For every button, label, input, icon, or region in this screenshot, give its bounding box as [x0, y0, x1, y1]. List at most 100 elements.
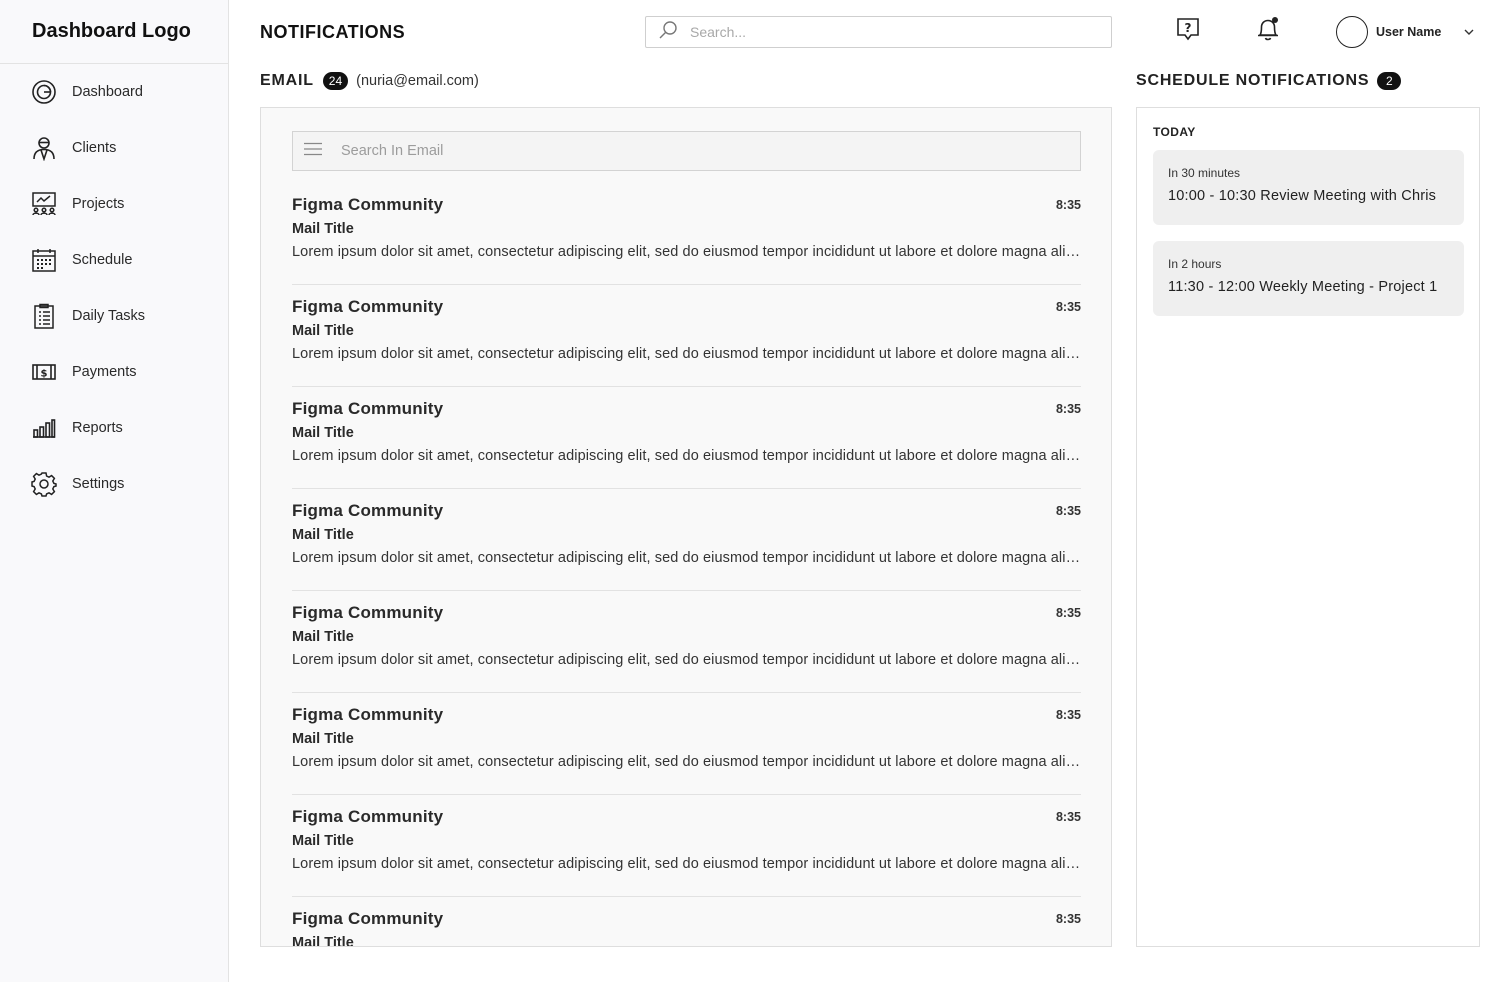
mail-preview: Lorem ipsum dolor sit amet, consectetur … [292, 856, 1081, 872]
sidebar-item-clients[interactable]: Clients [0, 120, 228, 176]
email-panel: Figma Community 8:35 Mail Title Lorem ipsum… [260, 107, 1112, 947]
notifications-button[interactable] [1255, 16, 1281, 47]
mail-preview: Lorem ipsum dolor sit amet, consectetur … [292, 754, 1081, 770]
schedule-event[interactable]: In 2 hours 11:30 - 12:00 Weekly Meeting … [1153, 241, 1464, 316]
sidebar-item-label: Clients [72, 140, 117, 156]
mail-preview: Lorem ipsum dolor sit amet, consectetur … [292, 244, 1081, 260]
email-search[interactable] [292, 131, 1081, 171]
event-title: 11:30 - 12:00 Weekly Meeting - Project 1 [1168, 279, 1438, 295]
mail-header-row: Figma Community 8:35 [292, 704, 1081, 726]
mail-item[interactable]: Figma Community 8:35 Mail Title Lorem ipsum… [292, 183, 1081, 285]
email-address: (nuria@email.com) [356, 73, 479, 89]
schedule-event[interactable]: In 30 minutes 10:00 - 10:30 Review Meeti… [1153, 150, 1464, 225]
mail-sender: Figma Community [292, 705, 444, 724]
mail-subject: Mail Title [292, 833, 354, 849]
mail-sender: Figma Community [292, 909, 444, 928]
mail-header-row: Figma Community 8:35 [292, 194, 1081, 216]
sidebar-item-label: Dashboard [72, 84, 143, 100]
sidebar-item-reports[interactable]: Reports [0, 400, 228, 456]
mail-sender: Figma Community [292, 603, 444, 622]
mail-preview: Lorem ipsum dolor sit amet, consectetur … [292, 652, 1081, 668]
email-section-title: EMAIL [260, 72, 314, 89]
mail-sender: Figma Community [292, 297, 444, 316]
mail-time: 8:35 [1055, 504, 1081, 518]
mail-time: 8:35 [1055, 300, 1081, 314]
search-input[interactable] [690, 24, 1070, 40]
sidebar-item-payments[interactable]: $ Payments [0, 344, 228, 400]
menu-icon[interactable] [303, 142, 323, 161]
avatar [1336, 16, 1368, 48]
mail-item[interactable]: Figma Community8:35Mail TitleLorem ipsum… [292, 285, 1081, 387]
mail-time: 8:35 [1055, 402, 1081, 416]
mail-preview: Lorem ipsum dolor sit amet, consectetur … [292, 550, 1081, 566]
mail-sender: Figma Community [292, 195, 444, 214]
mail-item[interactable]: Figma Community8:35Mail TitleLorem ipsum… [292, 897, 1081, 947]
sidebar-item-projects[interactable]: Projects [0, 176, 228, 232]
mail-subject: Mail Title [292, 221, 354, 237]
mail-preview: Lorem ipsum dolor sit amet, consectetur … [292, 346, 1081, 362]
mail-sender: Figma Community [292, 501, 444, 520]
mail-subject: Mail Title [292, 425, 354, 441]
page-title: NOTIFICATIONS [260, 22, 406, 42]
sidebar: Dashboard Logo Dashboard Clients Project… [0, 0, 229, 982]
day-label: TODAY [1153, 125, 1196, 139]
schedule-count-badge: 2 [1377, 72, 1402, 90]
sidebar-item-label: Projects [72, 196, 125, 212]
global-search[interactable] [645, 16, 1112, 48]
sidebar-item-label: Daily Tasks [72, 308, 146, 324]
mail-subject: Mail Title [292, 527, 354, 543]
sidebar-item-schedule[interactable]: Schedule [0, 232, 228, 288]
schedule-section-title: SCHEDULE NOTIFICATIONS [1136, 72, 1370, 89]
sidebar-nav: Dashboard Clients Projects Schedule Dail… [0, 64, 228, 512]
dashboard-icon [31, 79, 57, 105]
sidebar-item-label: Schedule [72, 252, 133, 268]
svg-text:?: ? [1185, 21, 1192, 35]
event-when: In 30 minutes [1168, 166, 1241, 180]
chevron-down-icon [1463, 23, 1475, 41]
user-menu[interactable]: User Name [1336, 16, 1475, 48]
help-button[interactable]: ? [1175, 16, 1201, 47]
search-icon [658, 20, 678, 45]
mail-item[interactable]: Figma Community8:35 Mail Title Lorem ipsum… [292, 693, 1081, 795]
clients-icon [31, 135, 57, 161]
mail-header-row: Figma Community 8:35 [292, 908, 1081, 930]
help-icon: ? [1175, 16, 1201, 47]
sidebar-item-label: Reports [72, 420, 123, 436]
sidebar-item-daily-tasks[interactable]: Daily Tasks [0, 288, 228, 344]
mail-time: 8:35 [1055, 912, 1081, 926]
mail-time: 8:35 [1055, 198, 1081, 212]
mail-item[interactable]: Figma Community 8:35 Mail Title Lorem ipsum… [292, 387, 1081, 489]
sidebar-item-dashboard[interactable]: Dashboard [0, 64, 228, 120]
svg-text:$: $ [41, 369, 48, 380]
mail-item[interactable]: Figma Community8:35Mail TitleLorem ipsum… [292, 591, 1081, 693]
mail-sender: Figma Community [292, 399, 444, 418]
mail-time: 8:35 [1055, 810, 1081, 824]
sidebar-item-label: Settings [72, 476, 125, 492]
mail-sender: Figma Community [292, 807, 444, 826]
mail-subject: Mail Title [292, 731, 354, 747]
clipboard-icon [31, 303, 57, 329]
logo[interactable]: Dashboard Logo [0, 0, 228, 64]
bell-icon [1255, 16, 1281, 47]
email-search-input[interactable] [341, 143, 1041, 159]
payments-icon: $ [31, 359, 57, 385]
schedule-header: SCHEDULE NOTIFICATIONS 2 [1136, 72, 1402, 90]
mail-item[interactable]: Figma Community 8:35 Mail Title Lorem ipsum… [292, 489, 1081, 591]
bar-chart-icon [31, 415, 57, 441]
mail-header-row: Figma Community 8:35 [292, 398, 1081, 420]
sidebar-item-settings[interactable]: Settings [0, 456, 228, 512]
mail-item[interactable]: Figma Community 8:35 Mail Title Lorem ipsum… [292, 795, 1081, 897]
gear-icon [31, 471, 57, 497]
mail-list: Figma Community 8:35 Mail Title Lorem ipsum… [292, 183, 1081, 947]
mail-header-row: Figma Community 8:35 [292, 296, 1081, 318]
event-title: 10:00 - 10:30 Review Meeting with Chris [1168, 188, 1437, 204]
event-when: In 2 hours [1168, 257, 1222, 271]
mail-subject: Mail Title [292, 935, 354, 947]
calendar-icon [31, 247, 57, 273]
email-header: EMAIL 24 (nuria@email.com) [260, 72, 479, 90]
mail-header-row: Figma Community 8:35 [292, 806, 1081, 828]
email-count-badge: 24 [322, 72, 349, 90]
mail-header-row: Figma Community 8:35 [292, 500, 1081, 522]
mail-preview: Lorem ipsum dolor sit amet, consectetur … [292, 448, 1081, 464]
user-name: User Name [1376, 25, 1442, 39]
